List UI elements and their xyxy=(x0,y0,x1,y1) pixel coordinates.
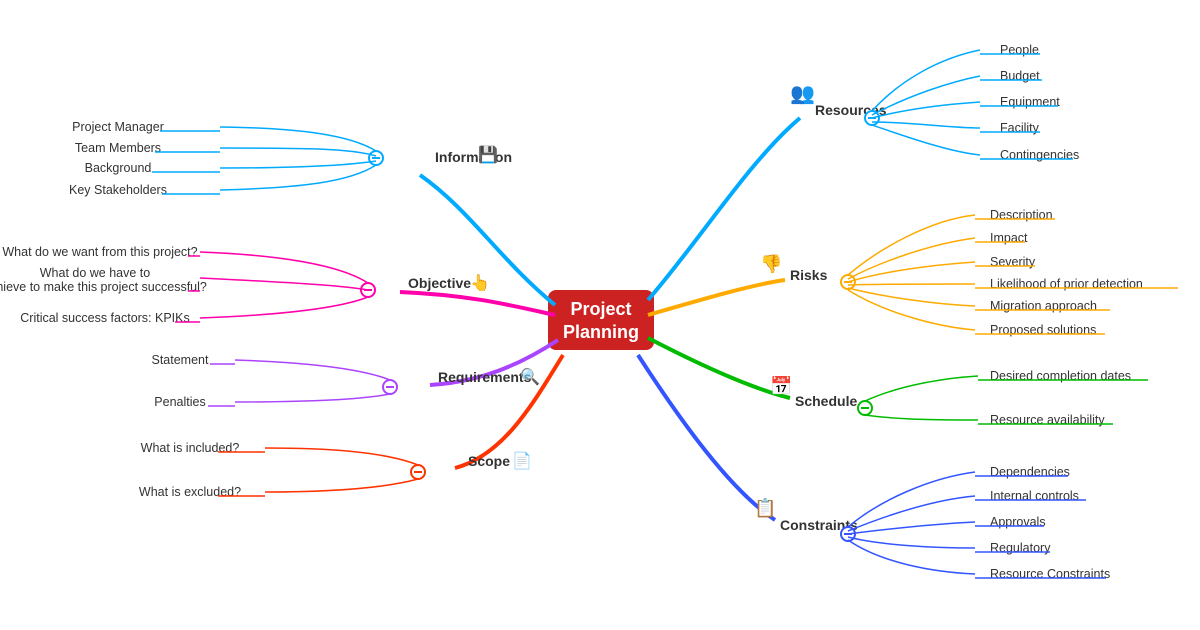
scope-leaf1-label: What is included? xyxy=(141,441,240,455)
risk-leaf5-line xyxy=(848,288,975,306)
req-leaf2-line xyxy=(235,394,390,402)
objective-label: Objective xyxy=(408,275,471,291)
res-leaf4-line xyxy=(872,122,980,128)
risk-leaf4-label: Likelihood of prior detection xyxy=(990,277,1143,291)
res-leaf3-line xyxy=(872,102,980,118)
res-leaf1-label: People xyxy=(1000,43,1039,57)
schedule-label: Schedule xyxy=(795,393,857,409)
sched-leaf2-line xyxy=(865,415,978,420)
obj-leaf3-line xyxy=(200,297,368,318)
scope-icon: 📄 xyxy=(512,451,532,470)
info-leaf2-line xyxy=(220,148,376,156)
sched-leaf2-label: Resource availability xyxy=(990,413,1105,427)
obj-leaf2-line xyxy=(200,278,368,290)
resources-icon: 👥 xyxy=(790,83,815,105)
scope-leaf2-line xyxy=(265,479,418,492)
obj-leaf1-label: What do we want from this project? xyxy=(2,245,197,259)
con-leaf5-label: Resource Constraints xyxy=(990,567,1110,581)
information-label: Information xyxy=(435,149,512,165)
res-leaf3-label: Equipment xyxy=(1000,95,1060,109)
risks-label: Risks xyxy=(790,267,828,283)
info-leaf1-label: Project Manager xyxy=(72,120,164,134)
risk-leaf2-label: Impact xyxy=(990,231,1028,245)
res-leaf5-label: Contingencies xyxy=(1000,148,1079,162)
res-leaf2-label: Budget xyxy=(1000,69,1040,83)
risk-leaf6-label: Proposed solutions xyxy=(990,323,1096,337)
con-leaf5-line xyxy=(848,540,975,574)
sched-leaf1-label: Desired completion dates xyxy=(990,369,1131,383)
risk-leaf3-line xyxy=(848,262,975,282)
risk-leaf6-line xyxy=(848,290,975,330)
scope-label: Scope xyxy=(468,453,510,469)
objective-icon: 👆 xyxy=(470,273,490,292)
con-leaf4-line xyxy=(848,537,975,548)
con-leaf1-label: Dependencies xyxy=(990,465,1070,479)
res-leaf1-line xyxy=(872,50,980,111)
mindmap-svg: Project Planning Information 💾 Project M… xyxy=(0,0,1200,630)
con-leaf1-line xyxy=(848,472,975,527)
info-leaf2-label: Team Members xyxy=(75,141,161,155)
con-leaf2-label: Internal controls xyxy=(990,489,1079,503)
constraints-branch-line xyxy=(638,355,775,520)
scope-leaf1-line xyxy=(265,448,418,465)
objective-branch-line xyxy=(400,292,555,315)
risk-leaf3-label: Severity xyxy=(990,255,1036,269)
obj-leaf2-label1: What do we have to xyxy=(40,266,151,280)
requirements-label: Requirements xyxy=(438,369,532,385)
risk-leaf1-line xyxy=(848,215,975,275)
info-leaf3-line xyxy=(220,161,376,168)
center-label-line1: Project xyxy=(570,299,631,319)
constraints-icon: 📋 xyxy=(754,497,776,518)
info-leaf4-line xyxy=(220,165,376,190)
schedule-branch-line xyxy=(648,338,790,398)
obj-leaf3-label: Critical success factors: KPIKs xyxy=(20,311,190,325)
scope-leaf2-label: What is excluded? xyxy=(139,485,241,499)
center-label-line2: Planning xyxy=(563,322,639,342)
obj-leaf1-line xyxy=(200,252,368,283)
requirements-icon: 🔍 xyxy=(520,366,540,386)
con-leaf3-label: Approvals xyxy=(990,515,1046,529)
req-leaf1-label: Statement xyxy=(152,353,210,367)
req-leaf1-line xyxy=(235,360,390,380)
info-leaf3-label: Background xyxy=(85,161,152,175)
res-leaf4-label: Facility xyxy=(1000,121,1040,135)
risk-leaf2-line xyxy=(848,238,975,279)
risks-branch-line xyxy=(648,280,785,315)
information-icon: 💾 xyxy=(478,145,498,164)
req-leaf2-label: Penalties xyxy=(154,395,205,409)
schedule-icon: 📅 xyxy=(770,375,792,396)
risks-icon: 👎 xyxy=(760,254,782,274)
risk-leaf5-label: Migration approach xyxy=(990,299,1097,313)
sched-leaf1-line xyxy=(865,376,978,401)
con-leaf4-label: Regulatory xyxy=(990,541,1051,555)
risk-leaf1-label: Description xyxy=(990,208,1053,222)
risk-leaf4-line xyxy=(848,284,975,285)
obj-leaf2-label2: achieve to make this project successful? xyxy=(0,280,207,294)
res-leaf5-line xyxy=(872,125,980,155)
info-leaf4-label: Key Stakeholders xyxy=(69,183,167,197)
